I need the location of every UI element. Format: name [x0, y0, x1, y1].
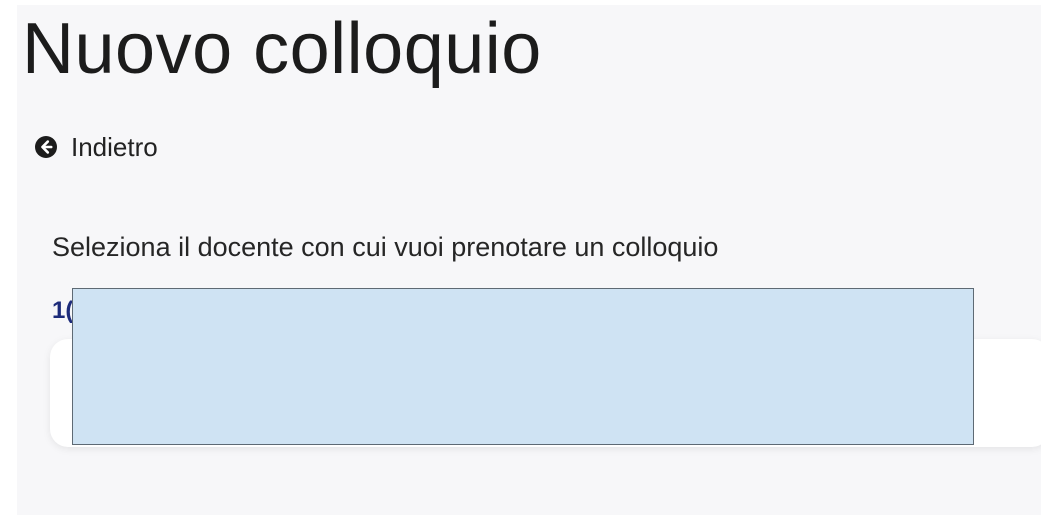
select-teacher-prompt: Seleziona il docente con cui vuoi prenot… [52, 232, 719, 262]
arrow-left-circle-icon [35, 136, 57, 158]
back-link[interactable]: Indietro [35, 129, 158, 165]
page-title: Nuovo colloquio [22, 9, 542, 89]
class-group-label: 1( [52, 297, 74, 324]
redaction-overlay [72, 288, 974, 445]
back-label: Indietro [71, 132, 158, 162]
